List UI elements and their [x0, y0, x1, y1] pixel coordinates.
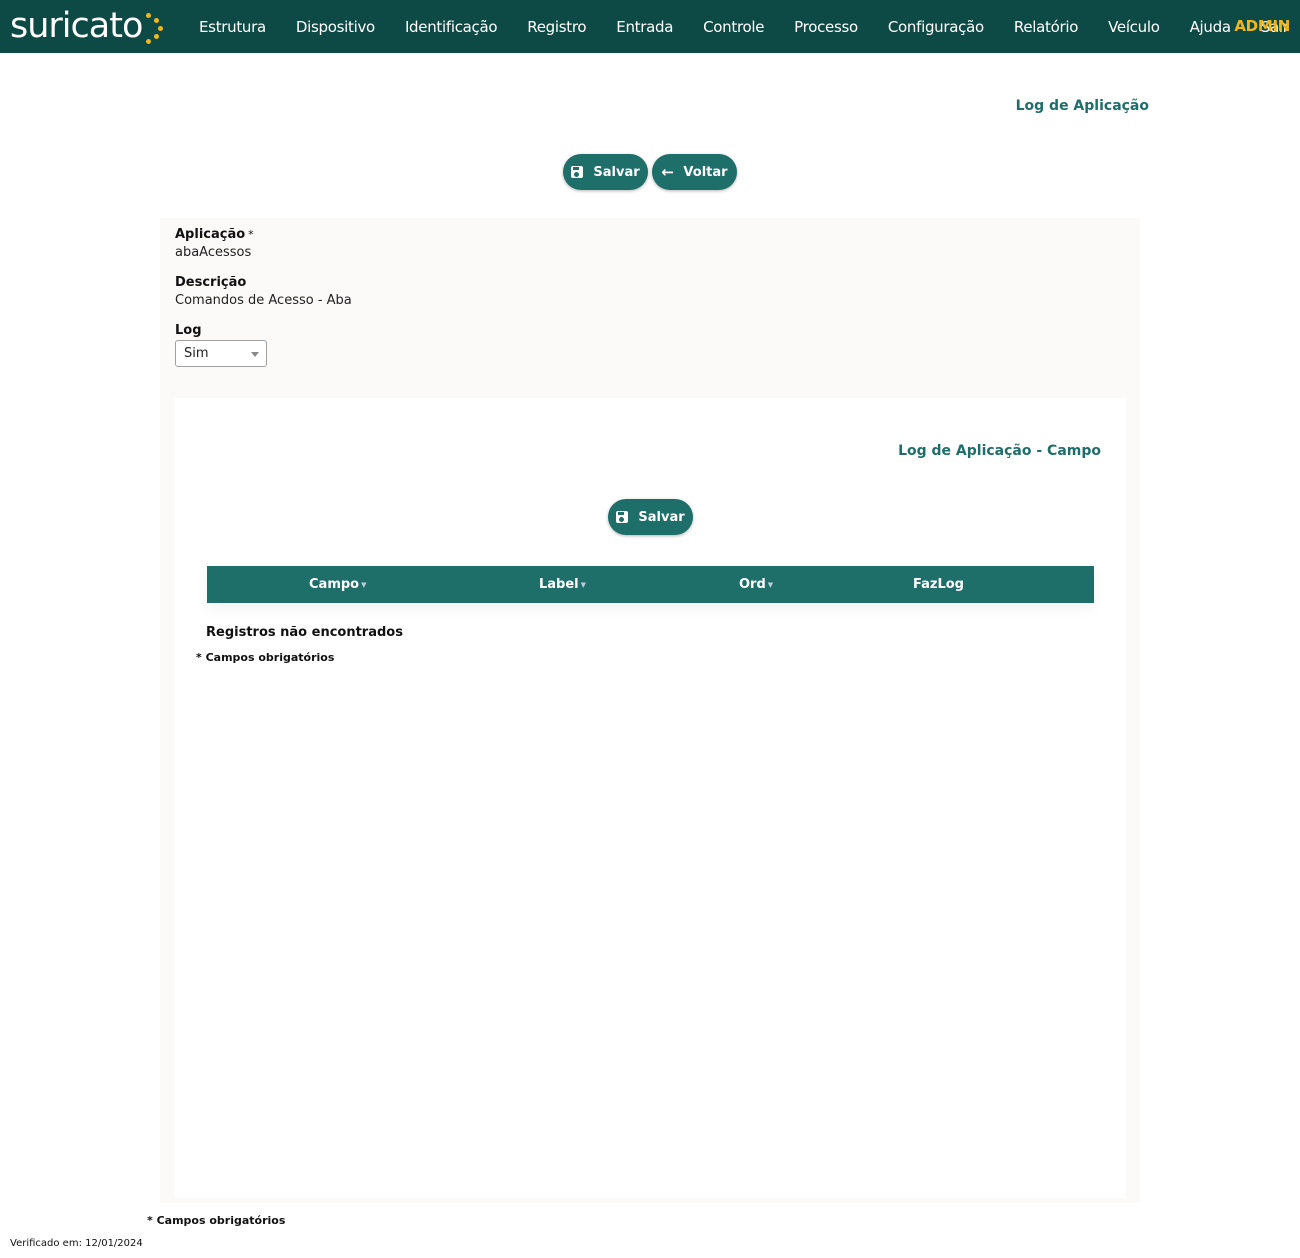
logo[interactable]: suricato — [10, 4, 164, 48]
logo-dots-icon — [144, 6, 164, 46]
column-fazlog[interactable]: FazLog — [913, 577, 964, 592]
nav-entrada[interactable]: Entrada — [601, 18, 688, 36]
column-campo[interactable]: Campo ▼ — [309, 577, 367, 592]
save-button-label: Salvar — [593, 164, 640, 180]
floppy-disk-icon — [571, 166, 584, 178]
log-select-value: Sim — [184, 346, 209, 361]
page-title: Log de Aplicação — [1015, 98, 1149, 114]
back-button[interactable]: ← Voltar — [652, 154, 737, 190]
column-fazlog-label: FazLog — [913, 577, 964, 592]
app-label-text: Aplicação — [175, 227, 246, 242]
arrow-left-icon: ← — [661, 163, 674, 181]
nav-veiculo[interactable]: Veículo — [1093, 18, 1175, 36]
empty-message: Registros não encontrados — [206, 625, 403, 640]
column-ord-label: Ord — [739, 577, 766, 592]
desc-value: Comandos de Acesso - Aba — [175, 293, 352, 308]
column-label-label: Label — [539, 577, 579, 592]
nav-relatorio[interactable]: Relatório — [999, 18, 1093, 36]
floppy-disk-icon — [616, 511, 629, 523]
logo-text: suricato — [10, 6, 143, 46]
nav-controle[interactable]: Controle — [688, 18, 779, 36]
column-ord[interactable]: Ord ▼ — [739, 577, 773, 592]
required-note: * Campos obrigatórios — [147, 1214, 286, 1227]
column-campo-label: Campo — [309, 577, 360, 592]
sort-icon: ▼ — [767, 580, 774, 589]
save-button[interactable]: Salvar — [563, 154, 648, 190]
nav-dispositivo[interactable]: Dispositivo — [281, 18, 390, 36]
app-label: Aplicação * — [175, 227, 254, 242]
verified-date: Verificado em: 12/01/2024 — [10, 1238, 143, 1249]
main-nav: Estrutura Dispositivo Identificação Regi… — [184, 0, 1300, 53]
caret-down-icon — [251, 352, 259, 357]
nav-estrutura[interactable]: Estrutura — [184, 18, 281, 36]
desc-label: Descrição — [175, 275, 247, 290]
detail-save-button[interactable]: Salvar — [608, 499, 693, 535]
sort-icon: ▼ — [361, 580, 367, 589]
detail-title: Log de Aplicação - Campo — [898, 443, 1101, 459]
detail-save-button-label: Salvar — [638, 509, 685, 525]
required-mark: * — [248, 228, 254, 241]
nav-identificacao[interactable]: Identificação — [390, 18, 512, 36]
top-navbar: suricato Estrutura Dispositivo Identific… — [0, 0, 1300, 53]
nav-processo[interactable]: Processo — [779, 18, 873, 36]
sort-icon: ▼ — [580, 580, 587, 589]
user-name[interactable]: ADMIN — [1234, 17, 1290, 35]
detail-required-note: * Campos obrigatórios — [196, 651, 335, 664]
table-header: Campo ▼ Label ▼ Ord ▼ FazLog — [207, 566, 1094, 603]
app-value: abaAcessos — [175, 245, 252, 260]
log-label: Log — [175, 323, 202, 338]
column-label[interactable]: Label ▼ — [539, 577, 586, 592]
nav-configuracao[interactable]: Configuração — [873, 18, 999, 36]
log-select[interactable]: Sim — [175, 340, 267, 367]
nav-registro[interactable]: Registro — [512, 18, 601, 36]
back-button-label: Voltar — [683, 164, 728, 180]
